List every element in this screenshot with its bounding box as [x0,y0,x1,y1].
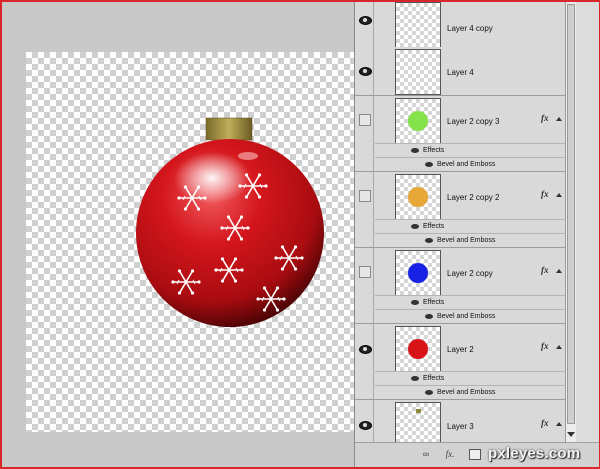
layer-thumbnail [395,2,441,48]
layers-scrollbar[interactable] [565,2,576,442]
ornament-artwork [136,117,324,327]
panel-dock-strip [576,2,599,467]
eye-icon[interactable] [425,390,433,395]
layer-thumbnail [395,98,441,144]
layer-thumbnail [395,402,441,442]
layer-row[interactable]: Layer 2 copy fx Effects Bevel and Emboss [355,248,565,324]
layers-panel: Layer 4 copy Layer 4 Layer 2 copy 3 fx E… [354,2,599,467]
layer-name[interactable]: Layer 4 copy [447,24,493,33]
watermark-logo: pxleyes.com [488,445,581,462]
visibility-box[interactable] [359,266,371,278]
document-canvas[interactable] [26,52,356,432]
link-icon[interactable]: ∞ [419,449,433,460]
layer-row[interactable]: Layer 2 fx Effects Bevel and Emboss [355,324,565,400]
layer-name[interactable]: Layer 3 [447,422,474,431]
fx-icon[interactable]: fx [541,341,549,351]
effect-label: Bevel and Emboss [437,389,496,396]
visibility-toggle[interactable] [355,96,374,171]
visibility-box[interactable] [359,190,371,202]
canvas-workspace[interactable] [2,2,356,467]
layer-thumbnail [395,326,441,372]
eye-icon[interactable] [359,421,372,430]
layer-row[interactable]: Layer 4 copy [355,2,565,52]
eye-icon[interactable] [425,162,433,167]
effects-header[interactable]: Effects [375,219,565,234]
effects-header[interactable]: Effects [375,295,565,310]
visibility-toggle[interactable] [355,2,374,51]
effects-label: Effects [423,299,445,306]
layers-list[interactable]: Layer 4 copy Layer 4 Layer 2 copy 3 fx E… [355,2,565,442]
effects-label: Effects [423,147,445,154]
eye-icon[interactable] [425,314,433,319]
eye-icon[interactable] [359,67,372,76]
fx-icon[interactable]: fx [541,189,549,199]
eye-icon[interactable] [359,16,372,25]
expand-effects-icon[interactable] [556,422,562,426]
eye-icon[interactable] [411,148,419,153]
layer-thumbnail [395,250,441,296]
effects-label: Effects [423,223,445,230]
eye-icon[interactable] [411,300,419,305]
red-circle-thumbnail [408,339,428,359]
visibility-box[interactable] [359,114,371,126]
add-style-button[interactable]: fx. [443,449,457,460]
effects-header[interactable]: Effects [375,371,565,386]
visibility-toggle[interactable] [355,47,374,95]
visibility-toggle[interactable] [355,324,374,399]
layer-name[interactable]: Layer 2 copy [447,269,493,278]
effect-item[interactable]: Bevel and Emboss [375,157,565,172]
effect-label: Bevel and Emboss [437,237,496,244]
scroll-down-icon[interactable] [567,432,575,437]
eye-icon[interactable] [359,345,372,354]
collapse-effects-icon[interactable] [556,193,562,197]
effects-label: Effects [423,375,445,382]
collapse-effects-icon[interactable] [556,345,562,349]
fx-icon[interactable]: fx [541,113,549,123]
layer-row[interactable]: Layer 3 fx [355,400,565,442]
layer-row[interactable]: Layer 4 [355,47,565,96]
effect-label: Bevel and Emboss [437,161,496,168]
blue-circle-thumbnail [408,263,428,283]
fx-icon[interactable]: fx [541,265,549,275]
fx-icon[interactable]: fx [541,418,549,428]
effect-item[interactable]: Bevel and Emboss [375,309,565,324]
effect-label: Bevel and Emboss [437,313,496,320]
layer-name[interactable]: Layer 2 copy 3 [447,117,499,126]
effects-header[interactable]: Effects [375,143,565,158]
layer-thumbnail [395,174,441,220]
mask-icon[interactable] [469,449,481,460]
collapse-effects-icon[interactable] [556,269,562,273]
visibility-toggle[interactable] [355,248,374,323]
collapse-effects-icon[interactable] [556,117,562,121]
effect-item[interactable]: Bevel and Emboss [375,233,565,248]
orange-circle-thumbnail [408,187,428,207]
layer-name[interactable]: Layer 4 [447,68,474,77]
layer-name[interactable]: Layer 2 [447,345,474,354]
visibility-toggle[interactable] [355,172,374,247]
eye-icon[interactable] [411,224,419,229]
visibility-toggle[interactable] [355,400,374,442]
green-circle-thumbnail [408,111,428,131]
layer-row[interactable]: Layer 2 copy 3 fx Effects Bevel and Embo… [355,96,565,172]
layer-row[interactable]: Layer 2 copy 2 fx Effects Bevel and Embo… [355,172,565,248]
scroll-thumb[interactable] [567,4,575,424]
cap-thumbnail [416,409,421,413]
layer-thumbnail [395,49,441,95]
eye-icon[interactable] [425,238,433,243]
layer-name[interactable]: Layer 2 copy 2 [447,193,499,202]
eye-icon[interactable] [411,376,419,381]
ornament-cap [205,117,253,141]
effect-item[interactable]: Bevel and Emboss [375,385,565,400]
